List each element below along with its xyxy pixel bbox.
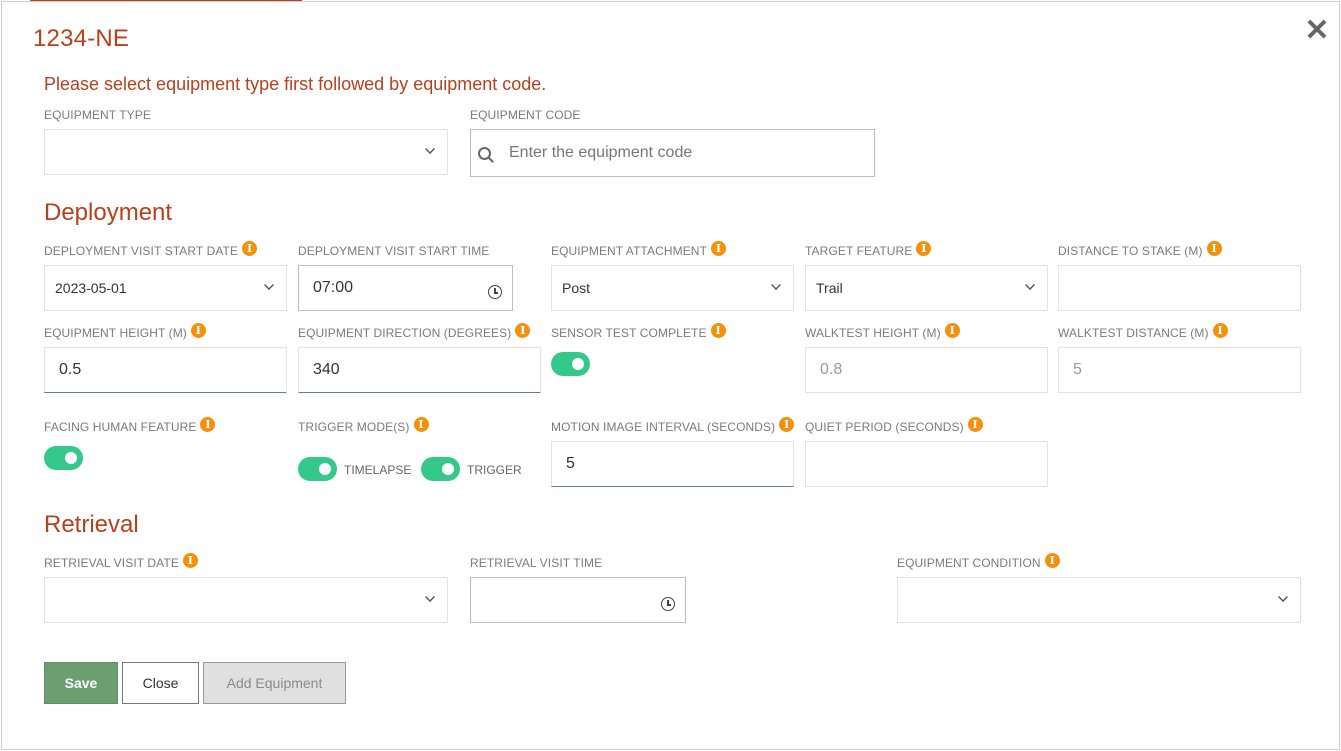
equipment-code-placeholder: Enter the equipment code [509, 144, 693, 161]
equipment-attachment-label: EQUIPMENT ATTACHMENT i [551, 240, 727, 258]
sensor-test-toggle[interactable] [551, 352, 590, 376]
equipment-condition-select[interactable] [897, 577, 1301, 623]
distance-to-stake-input[interactable] [1058, 265, 1301, 311]
close-button[interactable]: Close [122, 662, 199, 704]
retrieval-time-label: RETRIEVAL VISIT TIME [470, 556, 603, 570]
info-icon[interactable]: i [779, 416, 795, 432]
timelapse-toggle[interactable] [298, 457, 337, 481]
walktest-distance-input[interactable]: 5 [1058, 347, 1301, 393]
equipment-code-input[interactable]: Enter the equipment code [470, 129, 875, 177]
equipment-type-select[interactable] [44, 129, 448, 175]
distance-to-stake-label: DISTANCE TO STAKE (M) i [1058, 240, 1222, 258]
trigger-label: TRIGGER [467, 463, 522, 477]
clock-icon [661, 597, 675, 611]
modal-title: 1234-NE [33, 25, 130, 52]
info-icon[interactable]: i [1044, 552, 1060, 568]
walktest-height-input[interactable]: 0.8 [805, 347, 1048, 393]
chevron-down-icon [1025, 280, 1035, 290]
deployment-start-date-select[interactable]: 2023-05-01 [44, 265, 287, 311]
motion-interval-input[interactable]: 5 [551, 441, 794, 487]
info-icon[interactable]: i [242, 240, 258, 256]
equipment-direction-input[interactable]: 340 [298, 347, 541, 393]
target-feature-select[interactable]: Trail [805, 265, 1048, 311]
toggle-knob [319, 463, 331, 475]
clock-icon [488, 285, 502, 299]
deployment-heading: Deployment [44, 199, 173, 226]
equipment-modal: 1234-NE ✕ Please select equipment type f… [1, 1, 1340, 750]
chevron-down-icon [264, 280, 274, 290]
info-icon[interactable]: i [916, 240, 932, 256]
equipment-condition-label: EQUIPMENT CONDITION i [897, 552, 1060, 570]
info-icon[interactable]: i [200, 416, 216, 432]
target-feature-label: TARGET FEATURE i [805, 240, 932, 258]
equipment-height-label: EQUIPMENT HEIGHT (M) i [44, 322, 206, 340]
equipment-code-label: EQUIPMENT CODE [470, 108, 581, 122]
info-icon[interactable]: i [967, 416, 983, 432]
info-icon[interactable]: i [944, 322, 960, 338]
equipment-direction-label: EQUIPMENT DIRECTION (DEGREES) i [298, 322, 531, 340]
chevron-down-icon [425, 144, 435, 154]
add-equipment-button[interactable]: Add Equipment [203, 662, 346, 704]
info-icon[interactable]: i [190, 322, 206, 338]
walktest-distance-label: WALKTEST DISTANCE (M) i [1058, 322, 1228, 340]
retrieval-time-input[interactable] [470, 577, 686, 623]
sensor-test-label: SENSOR TEST COMPLETE i [551, 322, 726, 340]
equipment-type-label: EQUIPMENT TYPE [44, 108, 151, 122]
facing-human-toggle[interactable] [44, 446, 83, 470]
motion-interval-label: MOTION IMAGE INTERVAL (SECONDS) i [551, 416, 795, 434]
trigger-modes-label: TRIGGER MODE(S) i [298, 416, 429, 434]
info-icon[interactable]: i [711, 240, 727, 256]
retrieval-heading: Retrieval [44, 511, 139, 538]
quiet-period-input[interactable] [805, 441, 1048, 487]
toggle-knob [65, 452, 77, 464]
info-icon[interactable]: i [1206, 240, 1222, 256]
trigger-toggle[interactable] [421, 457, 460, 481]
equipment-attachment-select[interactable]: Post [551, 265, 794, 311]
chevron-down-icon [425, 592, 435, 602]
chevron-down-icon [771, 280, 781, 290]
walktest-height-label: WALKTEST HEIGHT (M) i [805, 322, 960, 340]
info-icon[interactable]: i [710, 322, 726, 338]
equipment-height-input[interactable]: 0.5 [44, 347, 287, 393]
timelapse-label: TIMELAPSE [344, 463, 412, 477]
search-icon [478, 146, 491, 160]
toggle-knob [572, 358, 584, 370]
deployment-start-time-label: DEPLOYMENT VISIT START TIME [298, 244, 490, 258]
quiet-period-label: QUIET PERIOD (SECONDS) i [805, 416, 983, 434]
chevron-down-icon [1278, 592, 1288, 602]
toggle-knob [442, 463, 454, 475]
close-icon[interactable]: ✕ [1304, 16, 1330, 46]
save-button[interactable]: Save [44, 662, 118, 704]
info-icon[interactable]: i [1212, 322, 1228, 338]
facing-human-label: FACING HUMAN FEATURE i [44, 416, 216, 434]
info-icon[interactable]: i [413, 416, 429, 432]
deployment-start-date-label: DEPLOYMENT VISIT START DATE i [44, 240, 258, 258]
info-icon[interactable]: i [182, 552, 198, 568]
info-icon[interactable]: i [515, 322, 531, 338]
retrieval-date-select[interactable] [44, 577, 448, 623]
deployment-start-time-input[interactable]: 07:00 [298, 265, 513, 311]
retrieval-date-label: RETRIEVAL VISIT DATE i [44, 552, 198, 570]
instruction-notice: Please select equipment type first follo… [44, 74, 547, 94]
